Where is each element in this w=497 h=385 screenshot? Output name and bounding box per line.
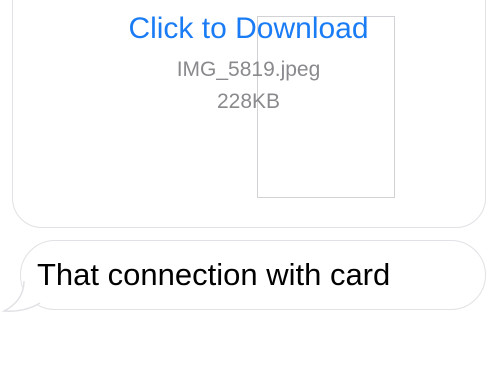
message-thread: Click to Download IMG_5819.jpeg 228KB Th… bbox=[0, 0, 497, 385]
bubble-tail-icon bbox=[2, 281, 41, 312]
download-link[interactable]: Click to Download bbox=[0, 11, 497, 47]
message-text: That connection with card bbox=[37, 257, 391, 292]
attachment-file-name: IMG_5819.jpeg bbox=[176, 58, 321, 81]
attachment-file-size: 228KB bbox=[216, 90, 281, 113]
